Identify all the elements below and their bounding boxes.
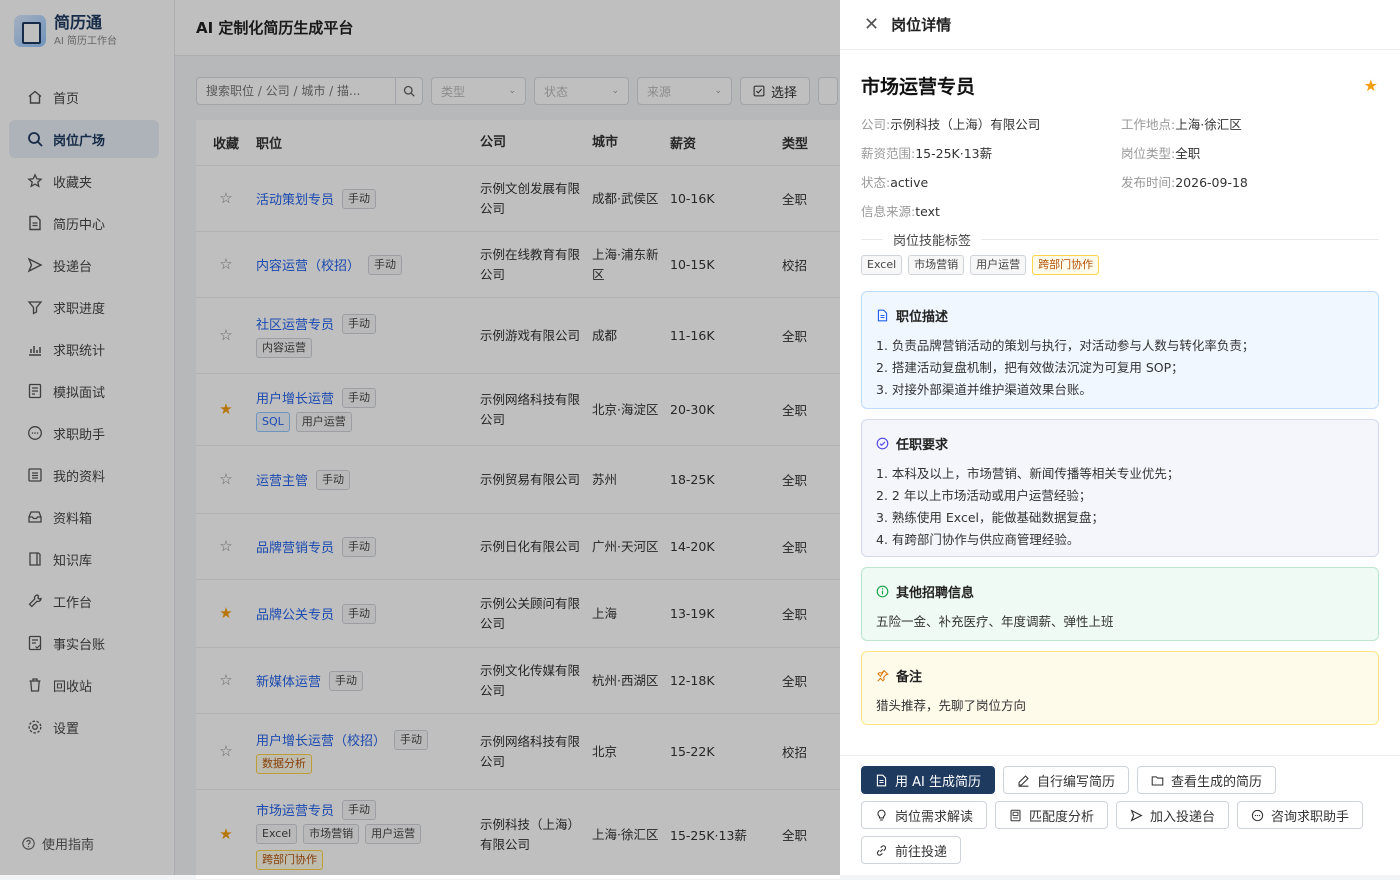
- meta-value: 2026-09-18: [1175, 175, 1248, 190]
- action-button-4[interactable]: 匹配度分析: [995, 801, 1109, 829]
- action-button-2[interactable]: 查看生成的简历: [1137, 766, 1277, 794]
- action-button-label: 用 AI 生成简历: [895, 774, 981, 790]
- job-meta: 公司:示例科技（上海）有限公司 工作地点:上海·徐汇区 薪资范围:15-25K·13…: [861, 114, 1381, 220]
- meta-item: 岗位类型:全职: [1121, 143, 1381, 162]
- meta-value: 上海·徐汇区: [1175, 117, 1242, 132]
- action-button-label: 查看生成的简历: [1171, 774, 1263, 790]
- meta-item: 公司:示例科技（上海）有限公司: [861, 114, 1121, 133]
- info-icon: [876, 585, 889, 598]
- action-button-label: 咨询求职助手: [1271, 809, 1350, 825]
- action-button-label: 前往投递: [895, 844, 948, 860]
- lightbulb-icon: [877, 809, 886, 820]
- meta-value: 全职: [1175, 146, 1201, 161]
- note-card: 备注 猎头推荐，先聊了岗位方向: [861, 651, 1379, 725]
- meta-item: 状态:active: [861, 172, 1121, 191]
- meta-key: 信息来源:: [861, 204, 916, 219]
- requirement-line: 3. 熟练使用 Excel，能做基础数据复盘；: [876, 510, 1104, 525]
- favorite-star-icon[interactable]: ★: [1364, 76, 1378, 95]
- other-info-text: 五险一金、补充医疗、年度调薪、弹性上班: [876, 614, 1114, 629]
- meta-key: 发布时间:: [1121, 175, 1176, 190]
- meta-key: 岗位类型:: [1121, 146, 1176, 161]
- action-button-label: 自行编写简历: [1037, 774, 1116, 790]
- meta-value: 15-25K·13薪: [915, 146, 993, 161]
- other-info-card: 其他招聘信息 五险一金、补充医疗、年度调薪、弹性上班: [861, 567, 1379, 641]
- meta-key: 薪资范围:: [861, 146, 916, 161]
- skills-divider: 岗位技能标签: [861, 230, 1379, 249]
- link-icon: [876, 844, 887, 856]
- action-button-label: 匹配度分析: [1029, 809, 1095, 825]
- drawer-header: ✕ 岗位详情: [840, 0, 1400, 50]
- requirements-title: 任职要求: [896, 438, 949, 453]
- skill-tag: 市场营销: [908, 255, 965, 275]
- note-text: 猎头推荐，先聊了岗位方向: [876, 698, 1027, 713]
- description-line: 3. 对接外部渠道并维护渠道效果台账。: [876, 382, 1092, 397]
- chat-icon: [1251, 809, 1264, 821]
- description-title: 职位描述: [896, 310, 949, 325]
- check-circle-icon: [876, 437, 889, 450]
- description-line: 2. 搭建活动复盘机制，把有效做法沉淀为可复用 SOP；: [876, 360, 1184, 375]
- modal-overlay[interactable]: [0, 0, 840, 875]
- action-button-5[interactable]: 加入投递台: [1116, 801, 1230, 829]
- divider-line: [861, 239, 883, 240]
- action-button-3[interactable]: 岗位需求解读: [861, 801, 988, 829]
- pin-icon: [877, 669, 889, 682]
- send-icon: [1130, 808, 1143, 822]
- meta-key: 工作地点:: [1121, 117, 1176, 132]
- divider-line: [981, 239, 1379, 240]
- description-line: 1. 负责品牌营销活动的策划与执行，对活动参与人数与转化率负责；: [876, 338, 1255, 353]
- requirement-line: 2. 2 年以上市场活动或用户运营经验；: [876, 488, 1092, 503]
- requirements-card: 任职要求 1. 本科及以上，市场营销、新闻传播等相关专业优先； 2. 2 年以上…: [861, 419, 1379, 557]
- action-button-0[interactable]: 用 AI 生成简历: [861, 766, 995, 794]
- meta-item: 信息来源:text: [861, 201, 1121, 220]
- action-button-1[interactable]: 自行编写简历: [1003, 766, 1130, 794]
- job-title: 市场运营专员: [861, 76, 976, 98]
- report-icon: [1010, 809, 1021, 821]
- requirement-line: 1. 本科及以上，市场营销、新闻传播等相关专业优先；: [876, 466, 1180, 481]
- skills-label: 岗位技能标签: [893, 234, 972, 249]
- close-icon[interactable]: ✕: [864, 14, 879, 35]
- meta-key: 公司:: [861, 117, 891, 132]
- meta-key: 状态:: [861, 175, 891, 190]
- skill-tag: Excel: [861, 255, 903, 275]
- meta-item: 发布时间:2026-09-18: [1121, 172, 1381, 191]
- drawer-header-title: 岗位详情: [891, 16, 952, 34]
- other-info-title: 其他招聘信息: [896, 586, 975, 601]
- meta-item: 薪资范围:15-25K·13薪: [861, 143, 1121, 162]
- document-icon: [877, 309, 888, 322]
- pencil-icon: [1018, 774, 1029, 787]
- meta-value: text: [915, 204, 940, 219]
- action-button-6[interactable]: 咨询求职助手: [1237, 801, 1364, 829]
- description-card: 职位描述 1. 负责品牌营销活动的策划与执行，对活动参与人数与转化率负责； 2.…: [861, 291, 1379, 409]
- meta-item: 工作地点:上海·徐汇区: [1121, 114, 1381, 133]
- job-detail-drawer: ✕ 岗位详情 市场运营专员 ★ 公司:示例科技（上海）有限公司 工作地点:上海·徐…: [840, 0, 1400, 875]
- meta-value: active: [890, 175, 929, 190]
- document-icon: [876, 774, 887, 786]
- action-buttons: 用 AI 生成简历 自行编写简历 查看生成的简历岗位需求解读 匹配度分析 加入投递台 咨询…: [861, 766, 1381, 864]
- meta-value: 示例科技（上海）有限公司: [890, 117, 1041, 132]
- action-button-7[interactable]: 前往投递: [861, 836, 962, 864]
- skill-tags: Excel 市场营销 用户运营 跨部门协作: [861, 255, 1100, 275]
- requirement-line: 4. 有跨部门协作与供应商管理经验。: [876, 532, 1080, 547]
- skill-tag: 跨部门协作: [1032, 255, 1100, 275]
- action-button-label: 加入投递台: [1150, 809, 1216, 825]
- skill-tag: 用户运营: [970, 255, 1027, 275]
- folder-icon: [1151, 775, 1164, 785]
- action-button-label: 岗位需求解读: [895, 809, 974, 825]
- note-title: 备注: [896, 670, 923, 685]
